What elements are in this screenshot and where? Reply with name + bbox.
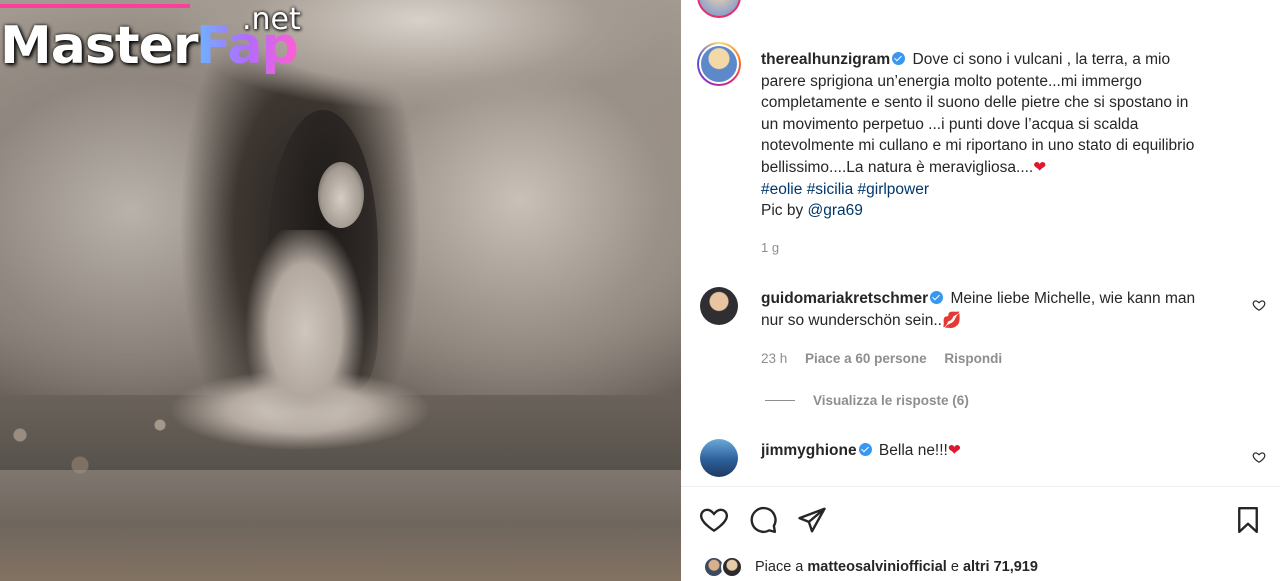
heart-icon[interactable] bbox=[1252, 450, 1266, 464]
heart-emoji: ❤ bbox=[1033, 158, 1047, 176]
watermark-bar bbox=[0, 4, 190, 8]
comment-text-line1: Meine liebe Michelle, wie kann man bbox=[950, 290, 1196, 307]
comment-guidomariakretschmer: guidomariakretschmer Meine liebe Michell… bbox=[761, 288, 1221, 331]
likes-middle: e bbox=[950, 559, 959, 575]
header-avatar[interactable] bbox=[697, 0, 741, 18]
verified-icon bbox=[930, 291, 944, 304]
author-username[interactable]: therealhunzigram bbox=[761, 51, 890, 68]
view-replies-button[interactable]: Visualizza le risposte (6) bbox=[765, 393, 969, 408]
author-avatar[interactable] bbox=[697, 42, 741, 86]
caption-line-4: un movimento perpetuo ...i punti dove l’… bbox=[761, 115, 1139, 133]
comment-icon[interactable] bbox=[748, 505, 778, 535]
share-icon[interactable] bbox=[797, 505, 827, 535]
caption-line-3: completamente e sento il suono delle pie… bbox=[761, 94, 1189, 112]
person-head bbox=[318, 162, 364, 228]
likes-others[interactable]: altri 71,919 bbox=[963, 559, 1038, 575]
verified-icon bbox=[858, 443, 872, 456]
comment-username[interactable]: guidomariakretschmer bbox=[761, 290, 928, 307]
pic-by-handle[interactable]: @gra69 bbox=[808, 202, 863, 219]
hashtag-sicilia[interactable]: #sicilia bbox=[807, 181, 854, 198]
view-replies-label: Visualizza le risposte (6) bbox=[813, 393, 969, 408]
post-side-panel: therealhunzigram Dove ci sono i vulcani … bbox=[681, 0, 1280, 581]
heart-emoji: ❤ bbox=[947, 442, 961, 459]
caption-line-6: bellissimo....La natura è meravigliosa..… bbox=[761, 158, 1034, 176]
comment-username[interactable]: jimmyghione bbox=[761, 442, 857, 459]
comment-avatar-guidomariakretschmer[interactable] bbox=[700, 287, 738, 325]
watermark-logo: Master Fap .net bbox=[0, 2, 310, 84]
replies-divider bbox=[765, 400, 795, 401]
caption-line-2: parere sprigiona un’energia molto potent… bbox=[761, 72, 1142, 90]
reply-button[interactable]: Rispondi bbox=[944, 351, 1002, 366]
post-time[interactable]: 1 g bbox=[761, 240, 779, 255]
post-actions bbox=[699, 505, 1269, 535]
hashtag-girlpower[interactable]: #girlpower bbox=[858, 181, 930, 198]
post-photo[interactable]: Master Fap .net bbox=[0, 0, 681, 581]
water-surface bbox=[0, 470, 681, 581]
person-body bbox=[230, 230, 380, 450]
watermark-net-text: .net bbox=[242, 2, 301, 37]
comment-meta: 23 h Piace a 60 persone Rispondi bbox=[761, 351, 1016, 366]
comment-jimmyghione: jimmyghione Bella ne!!!❤ bbox=[761, 440, 1221, 462]
verified-icon bbox=[892, 52, 906, 65]
comment-avatar-jimmyghione[interactable] bbox=[700, 439, 738, 477]
watermark-master-text: Master bbox=[0, 16, 199, 76]
pic-by-label: Pic by bbox=[761, 202, 804, 220]
bookmark-icon[interactable] bbox=[1233, 505, 1263, 535]
caption-line-1: Dove ci sono i vulcani , la terra, a mio bbox=[912, 51, 1171, 68]
liker-avatar bbox=[721, 556, 743, 578]
caption-line-5: notevolmente mi cullano e mi riportano i… bbox=[761, 137, 1195, 155]
actions-divider bbox=[681, 486, 1280, 487]
heart-icon[interactable] bbox=[1252, 298, 1266, 312]
like-heart-icon[interactable] bbox=[699, 505, 729, 535]
comment-text: Bella ne!!! bbox=[878, 442, 948, 459]
likes-user[interactable]: matteosalviniofficial bbox=[807, 559, 946, 575]
kiss-emoji: 💋 bbox=[941, 311, 962, 329]
comment-time: 23 h bbox=[761, 351, 788, 366]
post-caption: therealhunzigram Dove ci sono i vulcani … bbox=[761, 49, 1261, 222]
likes-prefix: Piace a bbox=[755, 559, 804, 575]
comment-likes[interactable]: Piace a 60 persone bbox=[805, 351, 927, 366]
hashtag-eolie[interactable]: #eolie bbox=[761, 181, 802, 198]
comment-text-line2: nur so wunderschön sein.. bbox=[761, 311, 942, 329]
